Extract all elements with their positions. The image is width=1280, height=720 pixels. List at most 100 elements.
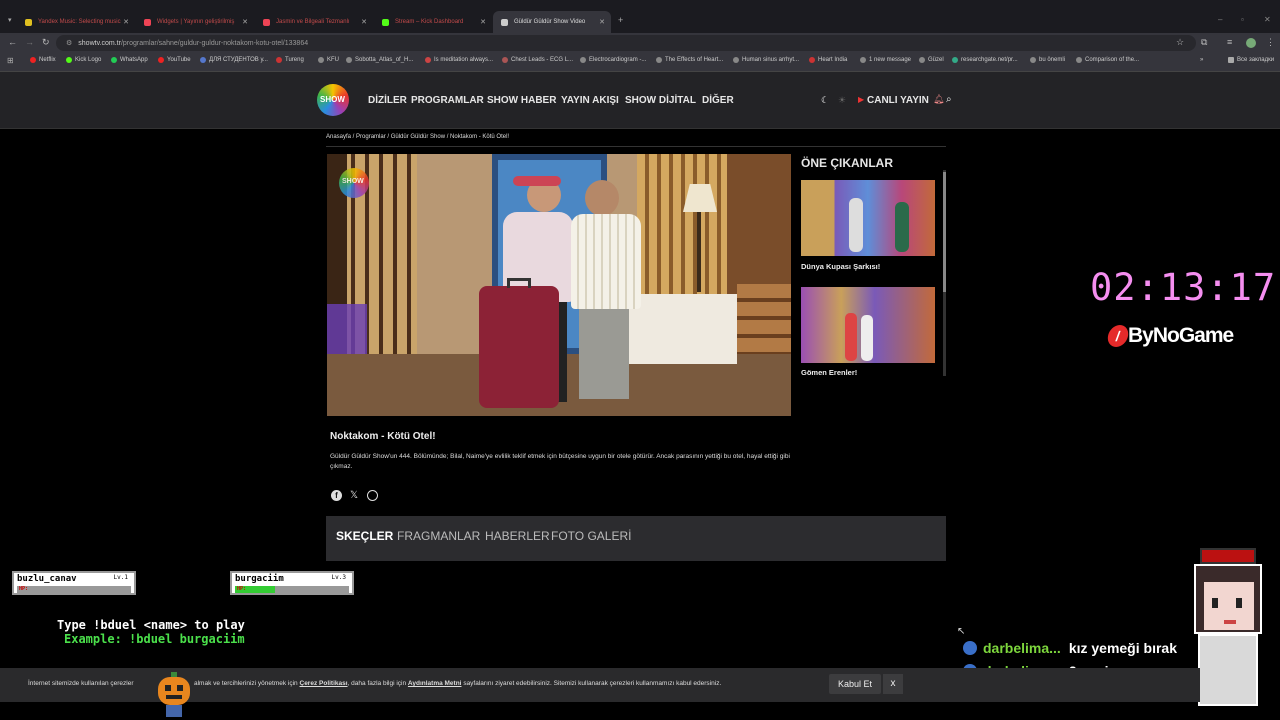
bookmark-item[interactable]: Tureng xyxy=(276,57,304,63)
player-level: Lv.1 xyxy=(113,574,128,581)
address-bar-row: ← → ↻ ⚙ showtv.com.tr/programlar/sahne/g… xyxy=(0,33,1280,53)
featured-title[interactable]: Dünya Kupası Şarkısı! xyxy=(801,262,880,271)
bookmark-item[interactable]: researchgate.net/pr... xyxy=(952,57,1018,63)
close-icon[interactable]: ✕ xyxy=(599,18,605,26)
tab-label: Stream – Kick Dashboard xyxy=(395,19,464,25)
menu-icon[interactable]: ≡ xyxy=(1227,37,1232,47)
profile-avatar[interactable] xyxy=(1246,38,1256,48)
bookmark-item[interactable]: Human sinus arrhyt... xyxy=(733,57,799,63)
video-description: Güldür Güldür Show'un 444. Bölümünde; Bi… xyxy=(330,453,790,470)
extensions-icon[interactable]: ⧉ xyxy=(1201,37,1207,48)
featured-thumbnail[interactable] xyxy=(801,180,935,256)
cookie-text-part: , daha fazla bilgi için xyxy=(347,680,407,687)
close-icon[interactable]: ✕ xyxy=(361,18,367,26)
bookmark-item[interactable]: bu önemli xyxy=(1030,57,1065,63)
window-close-icon[interactable]: ✕ xyxy=(1264,15,1271,24)
bookmark-item[interactable]: Comparison of the... xyxy=(1076,57,1139,63)
bookmark-item[interactable]: Netflix xyxy=(30,57,56,63)
nav-show-haber[interactable]: SHOW HABER xyxy=(487,95,556,106)
live-broadcast-link[interactable]: CANLI YAYIN xyxy=(867,95,929,106)
minimize-icon[interactable]: – xyxy=(1218,15,1222,24)
breadcrumb[interactable]: Anasayfa / Programlar / Güldür Güldür Sh… xyxy=(326,134,509,140)
nav-programlar[interactable]: PROGRAMLAR xyxy=(411,95,484,106)
more-bookmarks-icon[interactable]: » xyxy=(1200,57,1203,63)
bookmark-item[interactable]: 1 new message xyxy=(860,57,911,63)
featured-title[interactable]: Gömen Erenler! xyxy=(801,368,857,377)
notification-icon[interactable]: 🔔︎ xyxy=(933,94,944,105)
avatar-mouth xyxy=(1224,620,1236,624)
chat-username[interactable]: darbelima... xyxy=(983,640,1061,656)
browser-tab-active[interactable]: Güldür Güldür Show Video ✕ xyxy=(493,11,611,33)
featured-sidebar: ÖNE ÇIKANLAR Dünya Kupası Şarkısı! Gömen… xyxy=(797,150,947,380)
cookie-policy-link[interactable]: Çerez Politikası xyxy=(300,680,348,687)
maximize-icon[interactable]: ▫ xyxy=(1241,15,1244,24)
bookmark-item[interactable]: Güzel xyxy=(919,57,944,63)
nav-yayin-akisi[interactable]: YAYIN AKIŞI xyxy=(561,95,619,106)
player-name: buzlu_canav xyxy=(17,574,77,584)
cookie-close-button[interactable]: x xyxy=(883,674,903,694)
apps-icon[interactable]: ⊞ xyxy=(7,56,14,65)
forward-icon[interactable]: → xyxy=(25,37,34,47)
all-bookmarks[interactable]: Все закладки xyxy=(1228,57,1274,63)
chat-message: darbelima... kız yemeği bırak xyxy=(963,640,1177,656)
browser-tab[interactable]: Yandex Music: Selecting music ✕ xyxy=(17,11,135,33)
show-logo[interactable]: SHOW xyxy=(317,84,349,116)
tab-foto-galeri[interactable]: FOTO GALERİ xyxy=(551,529,631,543)
url-input[interactable]: ⚙ showtv.com.tr/programlar/sahne/guldur-… xyxy=(56,35,1196,51)
facebook-share-icon[interactable]: f xyxy=(331,490,342,501)
bookmarks-bar: ⊞ Netflix Kick Logo WhatsApp YouTube ДЛЯ… xyxy=(0,53,1280,72)
video-player[interactable]: SHOW xyxy=(327,154,791,416)
browser-tab[interactable]: Jasmin ve Bilgeali Tezmanlı ✕ xyxy=(255,11,373,33)
scene-person xyxy=(895,202,909,252)
reload-icon[interactable]: ↻ xyxy=(42,37,50,48)
cookie-accept-button[interactable]: Kabul Et xyxy=(829,674,881,694)
tab-fragmanlar[interactable]: FRAGMANLAR xyxy=(397,529,480,543)
browser-tab[interactable]: Stream – Kick Dashboard ✕ xyxy=(374,11,492,33)
tab-list-icon[interactable]: ▾ xyxy=(8,16,12,24)
bookmark-item[interactable]: KFU xyxy=(318,57,339,63)
more-icon[interactable]: ⋮ xyxy=(1266,37,1275,48)
bookmark-item[interactable]: Sobotta_Atlas_of_H... xyxy=(346,57,413,63)
bookmark-star-icon[interactable]: ☆ xyxy=(1176,37,1184,48)
pumpkin-sprite xyxy=(158,672,190,718)
bookmark-item[interactable]: Is meditation always... xyxy=(425,57,493,63)
dark-mode-icon[interactable]: ☾ xyxy=(821,95,829,106)
tab-haberler[interactable]: HABERLER xyxy=(485,529,550,543)
player-name: burgaciim xyxy=(235,574,284,584)
tab-skecler[interactable]: SKEÇLER xyxy=(336,529,393,543)
close-icon[interactable]: ✕ xyxy=(242,18,248,26)
bookmark-item[interactable]: ДЛЯ СТУДЕНТОВ у... xyxy=(200,57,268,63)
bookmark-item[interactable]: Heart India xyxy=(809,57,847,63)
bookmark-item[interactable]: Electrocardiogram -... xyxy=(580,57,646,63)
browser-tab[interactable]: Widgets | Yayının geliştirilmiş ✕ xyxy=(136,11,254,33)
sidebar-scrollbar-thumb[interactable] xyxy=(943,172,946,292)
close-icon[interactable]: ✕ xyxy=(480,18,486,26)
scene-person xyxy=(845,313,857,361)
x-share-icon[interactable]: 𝕏 xyxy=(350,490,358,501)
bookmark-item[interactable]: The Effects of Heart... xyxy=(656,57,723,63)
bookmark-item[interactable]: Chest Leads - ECG L... xyxy=(502,57,573,63)
site-info-icon[interactable]: ⚙ xyxy=(66,39,72,47)
nav-show-dijital[interactable]: SHOW DİJİTAL xyxy=(625,95,696,106)
bookmark-item[interactable]: WhatsApp xyxy=(111,57,148,63)
bookmark-item[interactable]: YouTube xyxy=(158,57,191,63)
nav-diger[interactable]: DİĞER xyxy=(702,95,734,106)
featured-thumbnail[interactable] xyxy=(801,287,935,363)
bookmark-item[interactable]: Kick Logo xyxy=(66,57,101,63)
new-tab-icon[interactable]: + xyxy=(618,15,623,25)
back-icon[interactable]: ← xyxy=(8,37,17,47)
mouse-cursor-icon: ↖ xyxy=(957,626,966,637)
pumpkin-eye xyxy=(177,685,183,691)
whatsapp-share-icon[interactable] xyxy=(367,490,378,501)
light-mode-icon[interactable]: ☀ xyxy=(838,95,846,106)
scene-person xyxy=(849,198,863,252)
privacy-notice-link[interactable]: Aydınlatma Metni xyxy=(408,680,462,687)
stream-timer: 02:13:17 xyxy=(1090,266,1277,309)
nav-diziler[interactable]: DİZİLER xyxy=(368,95,407,106)
scene-person-shirt xyxy=(571,214,641,309)
tab-favicon-icon xyxy=(25,18,32,26)
close-icon[interactable]: ✕ xyxy=(123,18,129,26)
search-icon[interactable]: ⌕ xyxy=(946,94,952,105)
chat-text: kız yemeği bırak xyxy=(1068,640,1177,656)
pixel-avatar xyxy=(1188,548,1268,708)
